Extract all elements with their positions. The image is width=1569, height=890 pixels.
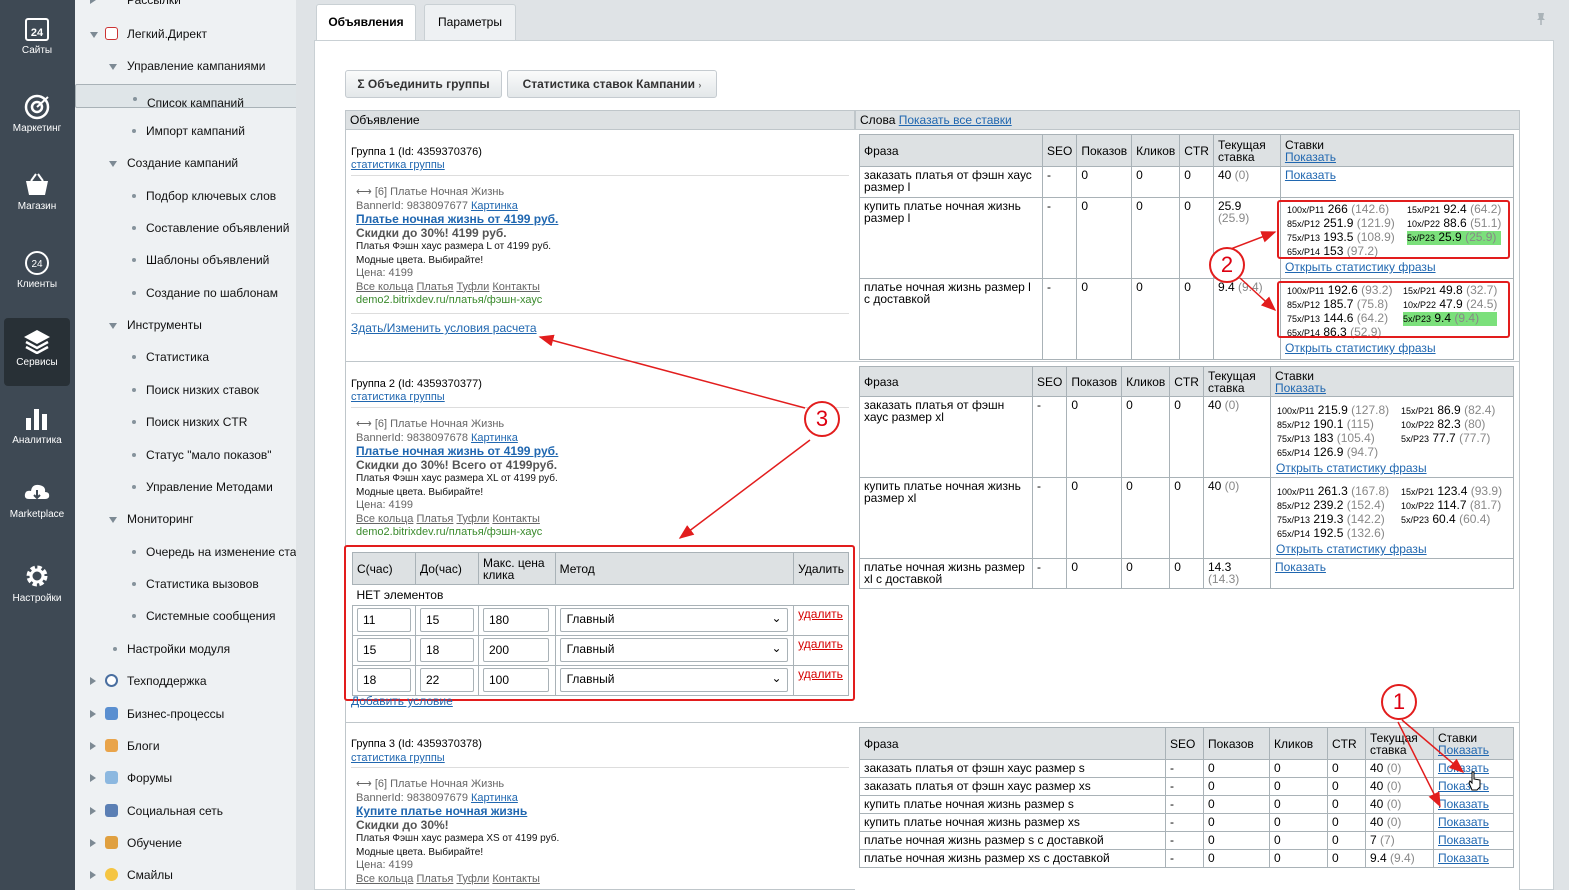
annotation-arrows	[538, 231, 1465, 808]
annotation-marker-1: 1	[1381, 684, 1417, 720]
hand-cursor-icon	[1468, 771, 1481, 791]
annotation-marker-2: 2	[1209, 247, 1245, 283]
annotation-marker-3: 3	[804, 401, 840, 437]
